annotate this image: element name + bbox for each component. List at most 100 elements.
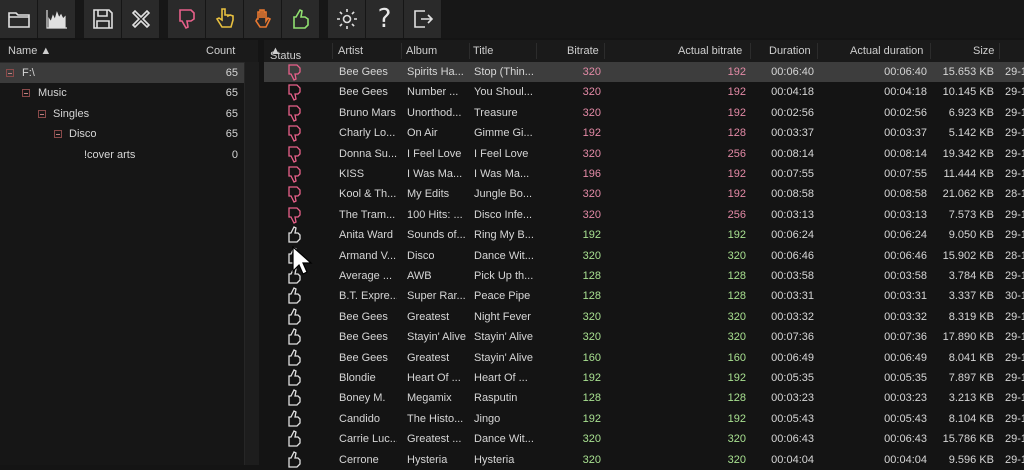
mark-stop-button[interactable] [244, 0, 282, 38]
collapse-toggle-icon[interactable] [22, 89, 30, 98]
mark-check-button[interactable] [206, 0, 244, 38]
tree-scrollbar[interactable] [244, 62, 259, 465]
tree-item[interactable]: !cover arts 0 [0, 145, 244, 165]
tree-item[interactable]: F:\ 65 [0, 63, 244, 83]
table-row[interactable]: Anita Ward Sounds of... Ring My B... 192 192… [264, 225, 1024, 245]
table-row[interactable]: Donna Su... I Feel Love I Feel Love 320 256 0… [264, 144, 1024, 164]
header-actual-duration[interactable]: Actual duration [850, 45, 923, 57]
cell-size: 8.041 KB [948, 351, 994, 364]
cell-duration: 00:05:43 [771, 412, 814, 425]
cell-actual-bitrate: 320 [727, 249, 746, 262]
cell-date: 29-1 [1005, 66, 1024, 78]
header-separator [930, 43, 931, 59]
cell-bitrate: 196 [582, 168, 601, 180]
cell-actual-duration: 00:03:23 [884, 392, 927, 405]
collapse-toggle-icon[interactable] [38, 109, 46, 118]
mark-bad-button[interactable] [168, 0, 206, 38]
cell-duration: 00:06:46 [771, 249, 814, 262]
cell-album: Hysteria [407, 453, 448, 466]
save-button[interactable] [84, 0, 122, 38]
help-button[interactable]: ? [366, 0, 404, 38]
cell-date: 29-1 [1005, 147, 1024, 160]
header-album[interactable]: Album [406, 45, 437, 57]
table-row[interactable]: Bee Gees Greatest Night Fever 320 320 00:03:3… [264, 307, 1024, 327]
cell-duration: 00:06:43 [771, 433, 814, 446]
tree-item[interactable]: Music 65 [0, 83, 244, 103]
table-row[interactable]: Bee Gees Stayin' Alive Stayin' Alive 320 320… [264, 327, 1024, 347]
tree-header-name[interactable]: Name ▲ [8, 45, 51, 57]
table-row[interactable]: Cerrone Hysteria Hysteria 320 320 00:04:04 00:… [264, 450, 1024, 470]
cell-actual-duration: 00:06:24 [884, 229, 927, 242]
cell-date: 29-1 [1005, 229, 1024, 242]
table-row[interactable]: Candido The Histo... Jingo 192 192 00:05:43 00… [264, 409, 1024, 429]
cell-title: Jungle Bo... [474, 188, 533, 201]
cell-size: 7.897 KB [948, 372, 994, 384]
cell-size: 6.923 KB [948, 106, 994, 119]
cell-actual-bitrate: 128 [727, 270, 746, 282]
cell-size: 15.786 KB [942, 433, 994, 446]
table-row[interactable]: Average ... AWB Pick Up th... 128 128 00:03:5… [264, 266, 1024, 286]
toolbar-group-rating [168, 0, 320, 38]
cell-actual-duration: 00:03:32 [884, 310, 927, 323]
delete-button[interactable] [122, 0, 160, 38]
cell-title: Ring My B... [474, 229, 534, 242]
cell-actual-bitrate: 192 [727, 168, 746, 180]
cell-actual-bitrate: 192 [727, 66, 746, 78]
table-row[interactable]: Kool & Th... My Edits Jungle Bo... 320 192 00… [264, 184, 1024, 204]
cell-bitrate: 320 [582, 66, 601, 78]
exit-button[interactable] [404, 0, 442, 38]
collapse-toggle-icon[interactable] [6, 69, 14, 77]
cell-date: 29-1 [1005, 392, 1024, 405]
table-row[interactable]: Bruno Mars Unorthod... Treasure 320 192 00:02… [264, 103, 1024, 123]
tree-header-count[interactable]: Count [206, 45, 235, 57]
cell-actual-duration: 00:04:18 [884, 86, 927, 99]
thumbs-down-icon [178, 9, 195, 30]
table-row[interactable]: Bee Gees Number ... You Shoul... 320 192 00:0… [264, 82, 1024, 102]
header-status[interactable]: Status ▲ [270, 45, 301, 62]
table-row[interactable]: Bee Gees Greatest Stayin' Alive 160 160 00:06… [264, 348, 1024, 368]
cell-actual-bitrate: 192 [727, 106, 746, 119]
cell-title: Pick Up th... [474, 270, 534, 282]
thumbs-up-icon [292, 8, 309, 29]
table-row[interactable]: KISS I Was Ma... I Was Ma... 196 192 00:07:55… [264, 164, 1024, 184]
cell-size: 3.784 KB [948, 270, 994, 282]
exit-icon [413, 10, 433, 28]
table-row[interactable]: B.T. Expre... Super Rar... Peace Pipe 128 12… [264, 286, 1024, 306]
cell-duration: 00:03:23 [771, 392, 814, 405]
cell-size: 10.145 KB [942, 86, 994, 99]
open-folder-button[interactable] [0, 0, 38, 38]
header-actual-bitrate[interactable]: Actual bitrate [678, 45, 742, 57]
cell-actual-bitrate: 160 [727, 351, 746, 364]
mark-good-button[interactable] [282, 0, 320, 38]
cell-bitrate: 160 [582, 351, 601, 364]
cell-bitrate: 128 [582, 270, 601, 282]
collapse-toggle-icon[interactable] [54, 130, 62, 139]
cell-actual-bitrate: 320 [727, 331, 746, 344]
tree-item[interactable]: Disco 65 [0, 124, 244, 144]
table-row[interactable]: Armand V... Disco Dance Wit... 320 320 00:06:… [264, 246, 1024, 266]
header-bitrate[interactable]: Bitrate [567, 45, 599, 57]
table-row[interactable]: Bee Gees Spirits Ha... Stop (Thin... 320 192… [264, 62, 1024, 82]
cell-actual-bitrate: 256 [727, 208, 746, 221]
table-row[interactable]: Charly Lo... On Air Gimme Gi... 192 128 00:03… [264, 123, 1024, 143]
thumbs-up-icon [288, 348, 301, 366]
open-folder-icon [7, 12, 30, 28]
chart-button[interactable] [38, 0, 76, 38]
table-row[interactable]: Boney M. Megamix Rasputin 128 128 00:03:23 00:… [264, 388, 1024, 408]
cell-title: Stop (Thin... [474, 66, 534, 78]
cell-actual-duration: 00:03:37 [884, 127, 927, 140]
header-title[interactable]: Title [473, 45, 493, 57]
settings-button[interactable] [328, 0, 366, 38]
cell-album: Sounds of... [407, 229, 466, 242]
header-size[interactable]: Size [973, 45, 994, 57]
tree-item[interactable]: Singles 65 [0, 104, 244, 124]
header-artist[interactable]: Artist [338, 45, 363, 57]
cell-album: Heart Of ... [407, 372, 461, 384]
table-row[interactable]: Carrie Luc... Greatest ... Dance Wit... 320… [264, 429, 1024, 449]
cell-date: 29-1 [1005, 412, 1024, 425]
header-duration[interactable]: Duration [769, 45, 811, 57]
table-row[interactable]: The Tram... 100 Hits: ... Disco Infe... 320… [264, 205, 1024, 225]
cell-title: Gimme Gi... [474, 127, 533, 140]
table-row[interactable]: Blondie Heart Of ... Heart Of ... 192 192 00:… [264, 368, 1024, 388]
cell-duration: 00:07:55 [771, 168, 814, 180]
